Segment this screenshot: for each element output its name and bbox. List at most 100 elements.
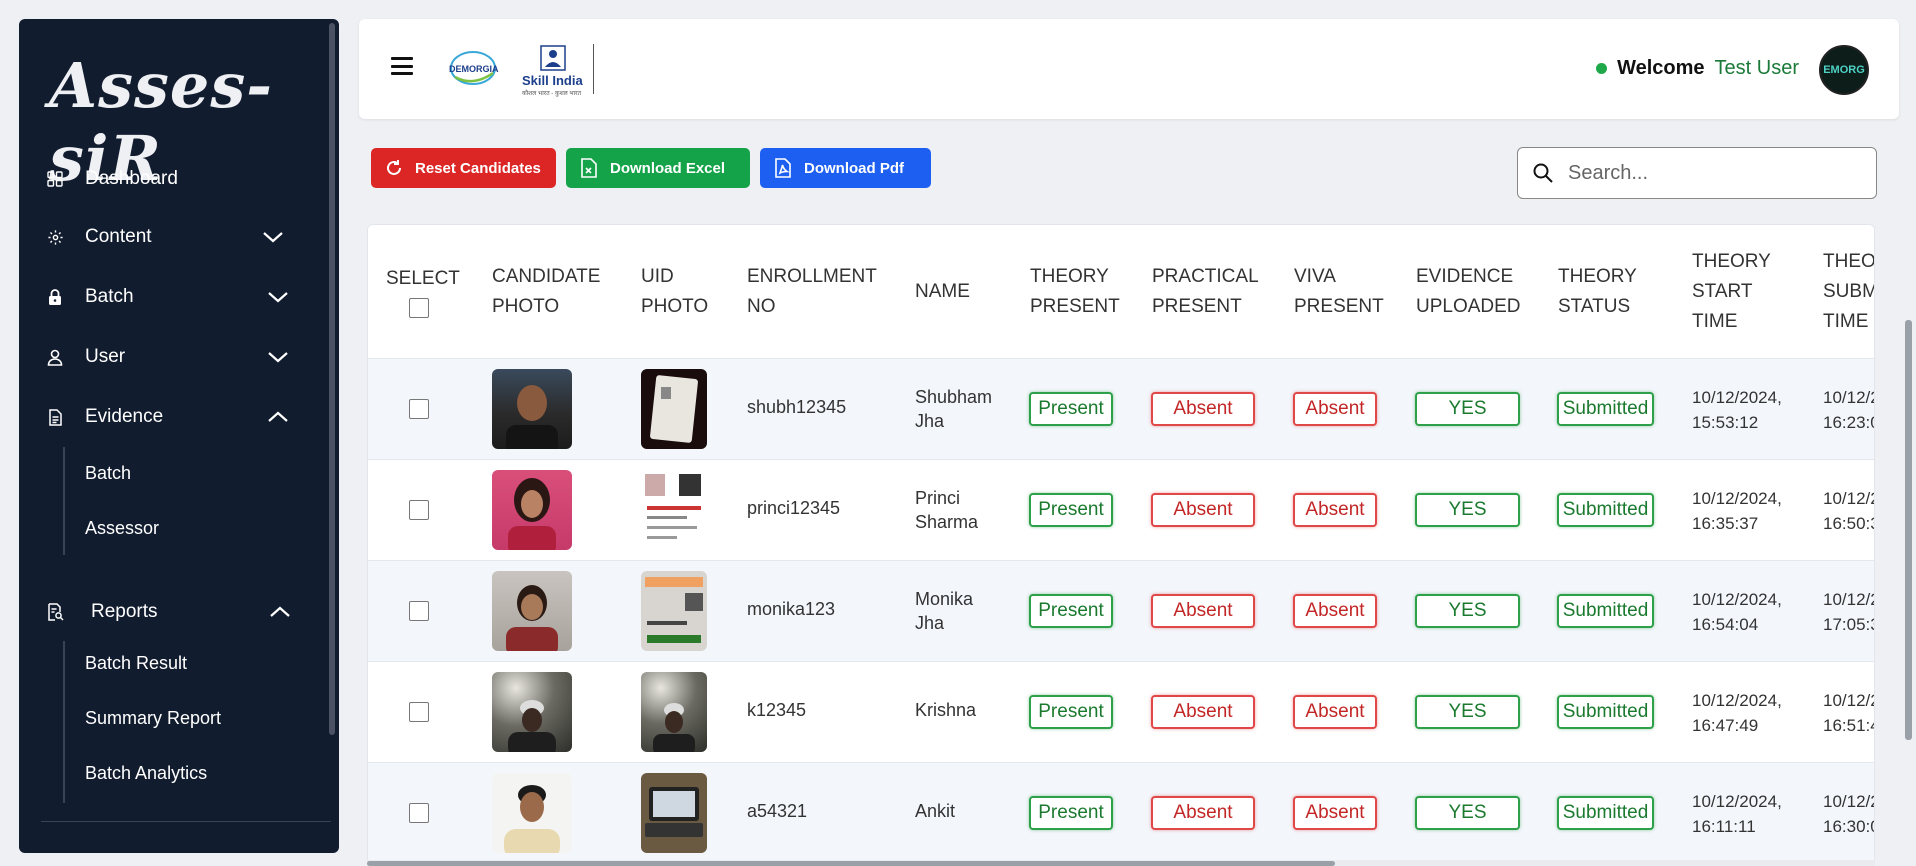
sidebar-subitem-assessor[interactable]: Assessor (85, 508, 159, 548)
viva-present-badge: Absent (1293, 392, 1377, 426)
excel-file-icon (581, 158, 597, 178)
online-status-dot (1596, 63, 1608, 74)
sidebar-item-dashboard[interactable]: Dashboard (19, 154, 319, 204)
reset-candidates-button[interactable]: Reset Candidates (371, 148, 556, 188)
candidate-name: Monika Jha (915, 589, 974, 633)
uid-photo[interactable] (641, 773, 707, 853)
theory-present-badge: Present (1029, 392, 1113, 426)
theory-present-badge: Present (1029, 695, 1113, 729)
search-input[interactable] (1568, 161, 1858, 185)
document-icon (46, 408, 64, 426)
candidate-name: Shubham Jha (915, 387, 993, 431)
refresh-icon (387, 160, 401, 175)
menu-toggle-icon[interactable] (391, 57, 413, 75)
chevron-up-icon (270, 606, 290, 617)
table-row: monika123 Monika Jha Present Absent Absen… (368, 560, 1875, 661)
col-practical-present: PRACTICAL PRESENT (1152, 266, 1259, 317)
theory-start-time: 10/12/2024, 15:53:12 (1692, 388, 1782, 432)
sidebar-item-batch[interactable]: Batch (19, 272, 319, 322)
col-uid-photo: UID PHOTO (641, 266, 709, 317)
theory-submit-time: 10/12/2 16:23:0 (1823, 388, 1875, 432)
theory-status-badge: Submitted (1557, 392, 1654, 426)
uid-photo[interactable] (641, 571, 707, 651)
candidates-table: SELECT CANDIDATE PHOTO UID PHOTO ENROLLMEN… (367, 224, 1875, 866)
uid-photo[interactable] (641, 369, 707, 449)
candidate-photo[interactable] (492, 773, 572, 853)
lock-icon (46, 288, 64, 306)
sidebar-subitem-batch-analytics[interactable]: Batch Analytics (85, 753, 207, 793)
practical-present-badge: Absent (1151, 594, 1255, 628)
sidebar-item-user[interactable]: User (19, 332, 319, 382)
sidebar-item-evidence[interactable]: Evidence (19, 392, 319, 442)
theory-start-time: 10/12/2024, 16:35:37 (1692, 489, 1782, 533)
chevron-down-icon (268, 292, 288, 303)
practical-present-badge: Absent (1151, 796, 1255, 830)
select-all-checkbox[interactable] (409, 298, 429, 318)
row-checkbox[interactable] (409, 803, 429, 823)
candidate-photo[interactable] (492, 672, 572, 752)
sidebar-subitem-evidence-batch[interactable]: Batch (85, 453, 131, 493)
sidebar-subitem-batch-result[interactable]: Batch Result (85, 643, 187, 683)
demorgia-logo: DEMORGIA (447, 49, 499, 87)
gear-icon (46, 228, 64, 246)
row-checkbox[interactable] (409, 399, 429, 419)
practical-present-badge: Absent (1151, 392, 1255, 426)
theory-present-badge: Present (1029, 796, 1113, 830)
theory-start-time: 10/12/2024, 16:47:49 (1692, 691, 1782, 735)
col-name: NAME (915, 281, 970, 302)
evidence-uploaded-badge: YES (1415, 695, 1520, 729)
practical-present-badge: Absent (1151, 493, 1255, 527)
sidebar-item-content[interactable]: Content (19, 212, 319, 262)
theory-submit-time: 10/12/2 16:51:4 (1823, 691, 1875, 735)
candidate-photo[interactable] (492, 571, 572, 651)
sidebar-item-label: Evidence (85, 406, 164, 427)
theory-status-badge: Submitted (1557, 796, 1654, 830)
vertical-scrollbar[interactable] (1905, 320, 1912, 740)
avatar[interactable]: EMORG (1819, 45, 1869, 95)
download-pdf-button[interactable]: Download Pdf (760, 148, 931, 188)
download-excel-button[interactable]: Download Excel (566, 148, 750, 188)
report-search-icon (46, 603, 64, 621)
row-checkbox[interactable] (409, 702, 429, 722)
reports-submenu-line (63, 641, 65, 803)
sidebar-item-reports[interactable]: Reports (19, 587, 319, 637)
sidebar-item-label: Batch (85, 286, 134, 307)
sidebar-divider (41, 821, 331, 822)
candidate-photo[interactable] (492, 369, 572, 449)
viva-present-badge: Absent (1293, 594, 1377, 628)
col-evidence-uploaded: EVIDENCE UPLOADED (1416, 266, 1521, 317)
theory-start-time: 10/12/2024, 16:11:11 (1692, 792, 1782, 836)
theory-submit-time: 10/12/2 17:05:3 (1823, 590, 1875, 634)
col-theory-present: THEORY PRESENT (1030, 266, 1120, 317)
top-header: DEMORGIA Skill India कौशल भारत - कुशल भा… (359, 19, 1899, 119)
theory-status-badge: Submitted (1557, 493, 1654, 527)
enrollment-no: k12345 (747, 700, 807, 720)
row-checkbox[interactable] (409, 500, 429, 520)
horizontal-scrollbar[interactable] (367, 861, 1335, 866)
sidebar-item-label: Dashboard (85, 168, 178, 189)
search-icon (1533, 163, 1553, 183)
uid-photo[interactable] (641, 672, 707, 752)
table-row: shubh12345 Shubham Jha Present Absent Abs… (368, 358, 1875, 459)
candidate-name: Princi Sharma (915, 488, 979, 532)
candidate-photo[interactable] (492, 470, 572, 550)
chevron-down-icon (268, 352, 288, 363)
sidebar-subitem-summary-report[interactable]: Summary Report (85, 698, 221, 738)
theory-submit-time: 10/12/2 16:50:3 (1823, 489, 1875, 533)
user-icon (46, 348, 64, 366)
row-checkbox[interactable] (409, 601, 429, 621)
col-enrollment-no: ENROLLMENT NO (747, 266, 877, 317)
theory-present-badge: Present (1029, 594, 1113, 628)
theory-status-badge: Submitted (1557, 594, 1654, 628)
viva-present-badge: Absent (1293, 493, 1377, 527)
table-row: princi12345 Princi Sharma Present Absent … (368, 459, 1875, 560)
uid-photo[interactable] (641, 470, 707, 550)
logo-divider (593, 44, 594, 94)
viva-present-badge: Absent (1293, 695, 1377, 729)
sidebar-item-label: User (85, 346, 126, 367)
sidebar-item-label: Content (85, 226, 152, 247)
theory-start-time: 10/12/2024, 16:54:04 (1692, 590, 1782, 634)
theory-status-badge: Submitted (1557, 695, 1654, 729)
theory-submit-time: 10/12/2 16:30:0 (1823, 792, 1875, 836)
chevron-up-icon (268, 411, 288, 422)
